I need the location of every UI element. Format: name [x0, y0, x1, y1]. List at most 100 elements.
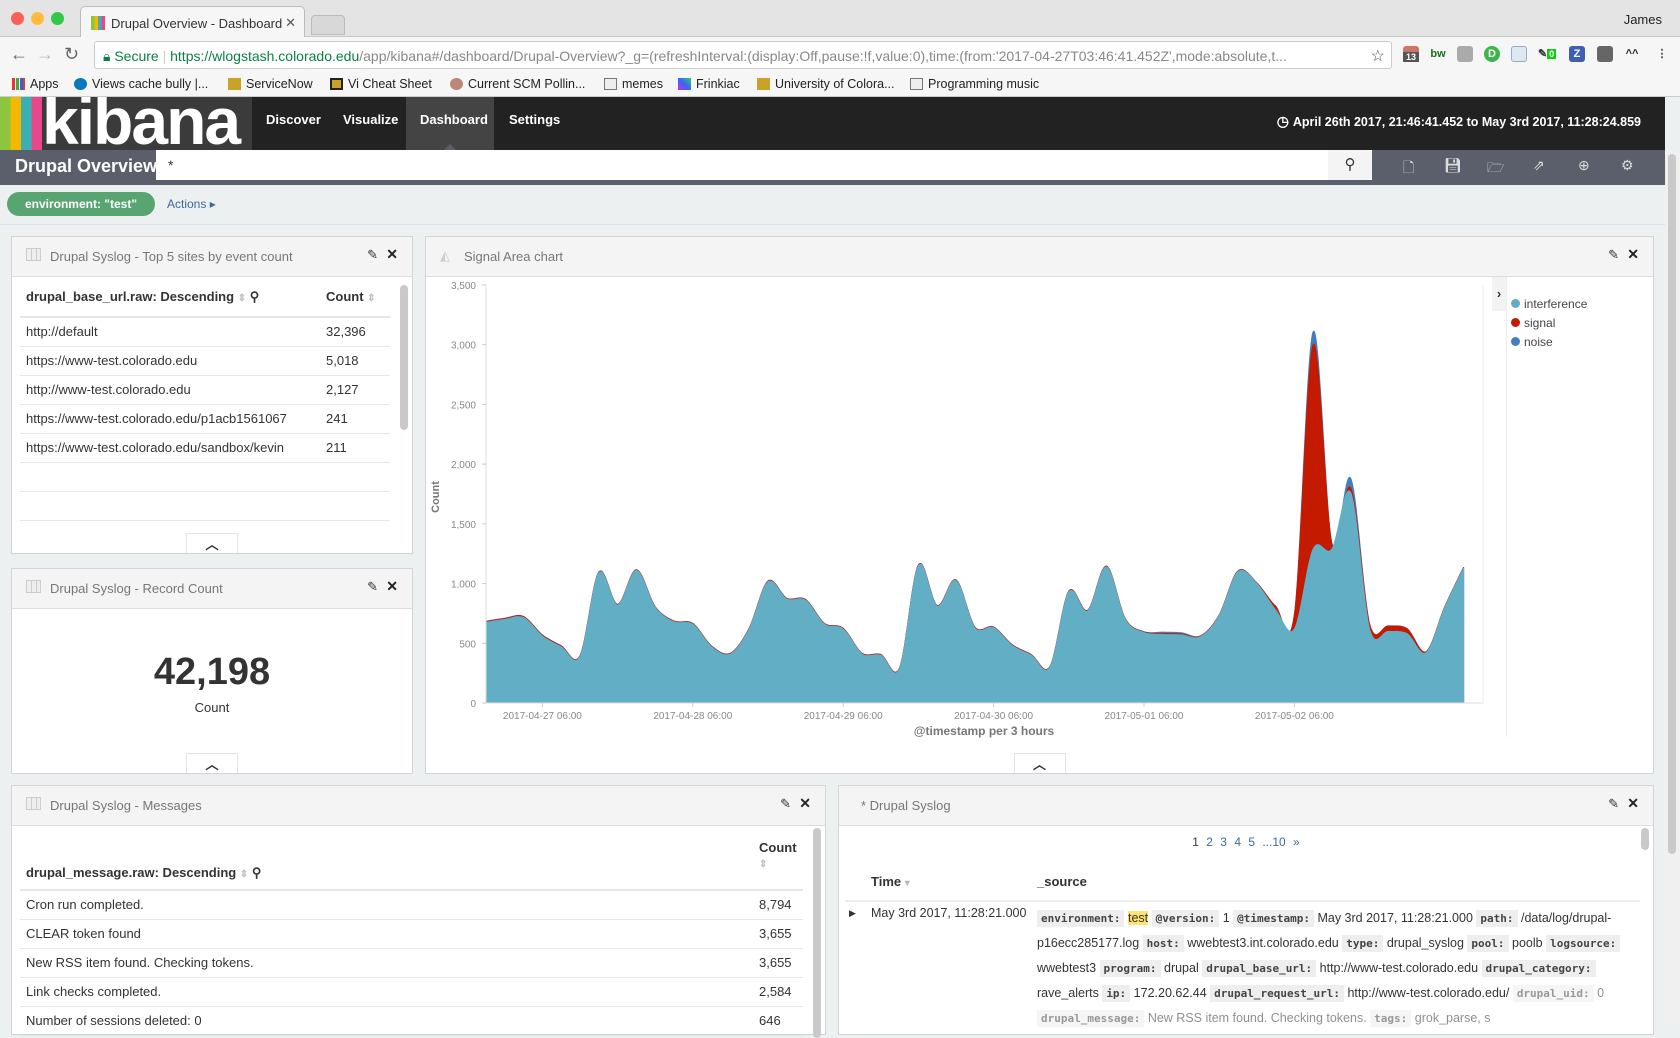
- search-button[interactable]: ⚲: [1328, 150, 1372, 180]
- calendar-extension-icon[interactable]: 13: [1403, 46, 1419, 62]
- edit-pencil-icon[interactable]: ✎: [780, 796, 791, 812]
- save-icon[interactable]: 💾︎: [1444, 157, 1462, 174]
- search-icon[interactable]: ⚲: [252, 865, 262, 880]
- collapse-icon[interactable]: ︿: [186, 753, 238, 773]
- page-link[interactable]: 3: [1220, 835, 1234, 849]
- close-tab-icon[interactable]: ✕: [285, 15, 296, 31]
- legend-item-noise[interactable]: noise: [1511, 335, 1587, 349]
- bookmark-apps[interactable]: Apps: [12, 77, 59, 91]
- url-cell[interactable]: http://www-test.colorado.edu: [20, 375, 320, 405]
- message-cell[interactable]: Cron run completed.: [20, 890, 753, 920]
- bookmark-vi-cheat-sheet[interactable]: Vi Cheat Sheet: [330, 77, 432, 91]
- legend-item-interference[interactable]: interference: [1511, 297, 1587, 311]
- nav-settings[interactable]: Settings: [495, 97, 574, 150]
- edit-pencil-icon[interactable]: ✎: [367, 579, 378, 595]
- profile-user[interactable]: James: [1624, 12, 1662, 27]
- bookmark-scm-polling[interactable]: Current SCM Pollin...: [450, 77, 585, 91]
- column-header-count[interactable]: Count ⇕: [320, 277, 390, 318]
- share-icon[interactable]: ⇗: [1533, 157, 1545, 174]
- close-icon[interactable]: ✕: [1627, 795, 1639, 812]
- edit-pencil-icon[interactable]: ✎: [367, 247, 378, 263]
- message-cell[interactable]: Number of sessions deleted: 0: [20, 1006, 753, 1036]
- bookmark-memes[interactable]: memes: [604, 77, 663, 91]
- sort-icon[interactable]: ⇕: [240, 869, 248, 880]
- scrollbar[interactable]: [400, 285, 408, 430]
- message-cell[interactable]: CLEAR token found: [20, 919, 753, 949]
- bw-extension-icon[interactable]: bw: [1430, 46, 1446, 62]
- bookmark-programming-music[interactable]: Programming music: [910, 77, 1039, 91]
- scrollbar[interactable]: [813, 828, 821, 1038]
- field-key: path:: [1476, 910, 1518, 927]
- scrollbar[interactable]: [1641, 828, 1649, 850]
- mountain-extension-icon[interactable]: ^^: [1624, 46, 1640, 62]
- legend-toggle-chevron-icon[interactable]: ›: [1492, 277, 1506, 311]
- new-tab-button[interactable]: [311, 15, 345, 35]
- field-value: 0: [1593, 986, 1605, 1000]
- add-panel-icon[interactable]: ⊕: [1578, 157, 1590, 174]
- nav-dashboard[interactable]: Dashboard: [406, 97, 494, 150]
- close-icon[interactable]: ✕: [386, 578, 398, 595]
- search-icon[interactable]: ⚲: [250, 289, 260, 304]
- time-picker[interactable]: ◷ April 26th 2017, 21:46:41.452 to May 3…: [1277, 113, 1641, 130]
- forward-icon[interactable]: →: [36, 44, 54, 65]
- minimize-window-button[interactable]: [31, 12, 44, 25]
- legend-item-signal[interactable]: signal: [1511, 316, 1587, 330]
- new-dashboard-icon[interactable]: 🗋: [1403, 157, 1414, 181]
- column-header-count[interactable]: Count ⇕: [753, 834, 803, 891]
- header-label: drupal_message.raw: Descending: [26, 865, 237, 880]
- message-cell[interactable]: New RSS item found. Checking tokens.: [20, 948, 753, 978]
- z-extension-icon[interactable]: Z: [1569, 46, 1585, 62]
- close-icon[interactable]: ✕: [386, 246, 398, 263]
- bookmark-frinkiac[interactable]: Frinkiac: [678, 77, 740, 91]
- url-cell[interactable]: https://www-test.colorado.edu/p1acb15610…: [20, 404, 320, 434]
- actions-link[interactable]: Actions ▸: [167, 197, 216, 211]
- open-folder-icon[interactable]: 🗁: [1487, 157, 1504, 181]
- extension-icon[interactable]: [1457, 46, 1473, 62]
- page-link[interactable]: ...10: [1262, 835, 1293, 849]
- browser-tab[interactable]: Drupal Overview - Dashboard ✕: [80, 6, 305, 37]
- bookmark-university[interactable]: University of Colora...: [757, 77, 894, 91]
- query-input[interactable]: *: [156, 150, 1372, 180]
- window-extension-icon[interactable]: [1511, 46, 1527, 62]
- column-header-message[interactable]: drupal_message.raw: Descending ⇕ ⚲: [20, 834, 753, 891]
- url-cell[interactable]: https://www-test.colorado.edu/sandbox/ke…: [20, 433, 320, 463]
- edit-pencil-icon[interactable]: ✎: [1608, 796, 1619, 812]
- back-icon[interactable]: ←: [10, 44, 28, 65]
- secure-label: Secure: [114, 48, 159, 64]
- column-header-source[interactable]: _source: [1037, 874, 1087, 889]
- browser-menu-icon[interactable]: ⋮: [1654, 46, 1670, 62]
- expand-row-caret-icon[interactable]: ▶: [849, 908, 856, 919]
- page-link[interactable]: 5: [1248, 835, 1262, 849]
- filter-pill[interactable]: environment: "test": [7, 192, 155, 216]
- d-extension-icon[interactable]: D: [1484, 46, 1500, 62]
- column-header-url[interactable]: drupal_base_url.raw: Descending ⇕ ⚲: [20, 277, 320, 318]
- column-header-time[interactable]: Time ▾: [871, 874, 910, 889]
- url-input[interactable]: 🔒︎ Secure | https://wlogstash.colorado.e…: [94, 41, 1392, 69]
- close-icon[interactable]: ✕: [799, 795, 811, 812]
- close-icon[interactable]: ✕: [1627, 246, 1639, 263]
- page-link[interactable]: 1: [1192, 835, 1206, 849]
- nav-visualize[interactable]: Visualize: [329, 97, 412, 150]
- bookmark-views-cache[interactable]: Views cache bully |...: [74, 77, 208, 91]
- nav-discover[interactable]: Discover: [252, 97, 335, 150]
- message-cell[interactable]: Link checks completed.: [20, 977, 753, 1007]
- page-link[interactable]: 2: [1206, 835, 1220, 849]
- close-window-button[interactable]: [11, 12, 24, 25]
- reload-icon[interactable]: ↻: [64, 44, 79, 65]
- maximize-window-button[interactable]: [51, 12, 64, 25]
- bookmark-servicenow[interactable]: ServiceNow: [228, 77, 313, 91]
- edit-pencil-icon[interactable]: ✎: [1608, 247, 1619, 263]
- page-link[interactable]: »: [1293, 835, 1300, 849]
- url-cell[interactable]: https://www-test.colorado.edu: [20, 346, 320, 376]
- settings-gear-icon[interactable]: ⚙: [1621, 157, 1634, 174]
- collapse-icon[interactable]: ︿: [186, 533, 238, 553]
- page-link[interactable]: 4: [1234, 835, 1248, 849]
- url-cell[interactable]: http://default: [20, 317, 320, 347]
- tool-extension-icon[interactable]: ✎ 0: [1538, 46, 1557, 62]
- page-scrollbar[interactable]: [1665, 150, 1680, 1023]
- bookmark-star-icon[interactable]: ☆: [1371, 46, 1385, 66]
- collapse-icon[interactable]: ︿: [1013, 753, 1066, 773]
- sort-icon[interactable]: ⇕: [238, 293, 246, 304]
- bulb-extension-icon[interactable]: [1597, 46, 1613, 62]
- kibana-logo[interactable]: kibana: [0, 97, 252, 150]
